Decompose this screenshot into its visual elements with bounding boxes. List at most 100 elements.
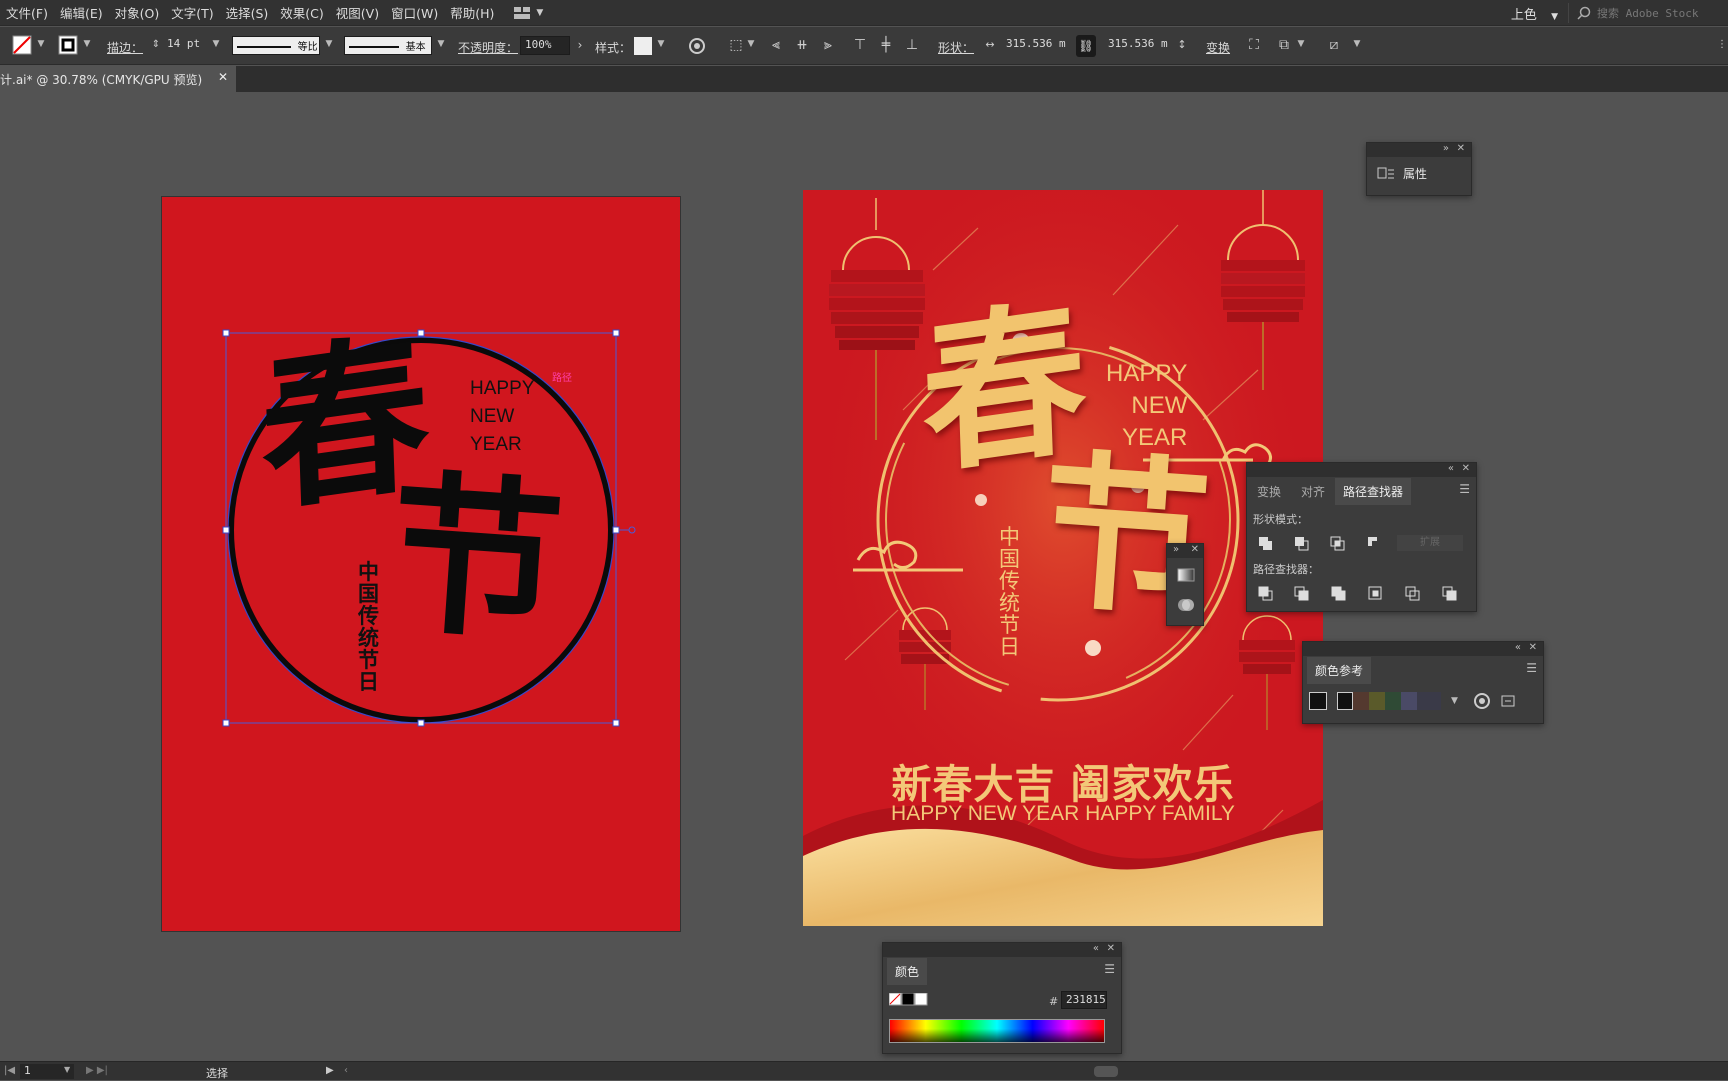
tab-pathfinder[interactable]: 路径查找器 — [1335, 478, 1412, 505]
close-icon[interactable]: ✕ — [1529, 642, 1537, 653]
minus-front-icon[interactable] — [1295, 537, 1309, 551]
fill-none-swatch[interactable] — [12, 35, 32, 55]
chevron-down-icon[interactable]: ▼ — [64, 1065, 70, 1074]
expand-icon[interactable]: » — [1443, 143, 1449, 154]
align-top-icon[interactable]: ⊤ — [852, 37, 868, 53]
close-icon[interactable]: ✕ — [1457, 143, 1465, 154]
stock-search-input[interactable]: 搜索 Adobe Stock — [1568, 3, 1720, 23]
menu-help[interactable]: 帮助(H) — [444, 3, 500, 22]
panel-menu-icon[interactable]: ☰ — [1459, 482, 1470, 496]
shape-options-icon[interactable]: ⧄ — [1326, 37, 1342, 53]
stepper-icon[interactable]: ⇕ — [148, 37, 164, 53]
first-artboard-icon[interactable]: |◀ — [4, 1065, 15, 1076]
base-color-swatch[interactable] — [1309, 692, 1327, 710]
menu-window[interactable]: 窗口(W) — [385, 3, 444, 22]
menu-object[interactable]: 对象(O) — [109, 3, 166, 22]
panel-menu-icon[interactable]: ☰ — [1526, 661, 1537, 675]
menu-file[interactable]: 文件(F) — [0, 3, 54, 22]
intersect-icon[interactable] — [1330, 536, 1345, 551]
artboard-right[interactable]: 春 节 HAPPY NEW YEAR 中国传统节日 新春大吉 阖家欢乐 HAPP… — [803, 190, 1323, 926]
save-swatch-group-icon[interactable] — [1499, 692, 1517, 710]
menu-edit[interactable]: 编辑(E) — [54, 3, 109, 22]
scroll-left-icon[interactable]: ‹ — [344, 1065, 348, 1076]
shape-label[interactable]: 形状： — [938, 39, 974, 56]
next-artboard-icon[interactable]: ▶ ▶| — [86, 1065, 108, 1076]
tab-align[interactable]: 对齐 — [1301, 483, 1325, 500]
menu-type[interactable]: 文字(T) — [165, 3, 219, 22]
expand-button[interactable]: 扩展 — [1397, 535, 1463, 551]
chevron-down-icon[interactable]: ▼ — [1296, 39, 1306, 49]
horizontal-scrollbar-thumb[interactable] — [1094, 1066, 1118, 1077]
menu-effect[interactable]: 效果(C) — [274, 3, 329, 22]
align-right-icon[interactable]: ⫸ — [820, 37, 836, 53]
divide-icon[interactable] — [1258, 586, 1273, 601]
chevron-down-icon[interactable]: ▼ — [82, 39, 92, 49]
exclude-icon[interactable] — [1368, 537, 1377, 546]
crop-icon[interactable] — [1368, 586, 1382, 600]
chevron-down-icon[interactable]: ▼ — [436, 39, 446, 49]
close-icon[interactable]: ✕ — [218, 70, 228, 84]
harmony-swatches[interactable] — [1337, 692, 1441, 710]
properties-entry[interactable]: 属性 — [1377, 165, 1427, 182]
align-vcenter-icon[interactable]: ╪ — [878, 37, 894, 53]
chevron-down-icon[interactable]: ▼ — [746, 39, 756, 49]
vertical-subtitle[interactable]: 中国传统节日 — [358, 561, 380, 693]
close-icon[interactable]: ✕ — [1462, 463, 1470, 474]
panel-menu-icon[interactable]: ☰ — [1104, 962, 1115, 976]
collapse-icon[interactable]: « — [1448, 463, 1454, 474]
width-field[interactable]: 315.536 mm — [1002, 36, 1066, 55]
tab-color-guide[interactable]: 颜色参考 — [1307, 657, 1372, 684]
happy-new-year-block[interactable]: HAPPY NEW YEAR — [470, 375, 534, 459]
opacity-field[interactable]: 100% — [520, 36, 570, 55]
transparency-icon[interactable] — [1177, 596, 1195, 614]
chevron-down-icon[interactable]: ▼ — [1352, 39, 1362, 49]
graphic-style-swatch[interactable] — [634, 37, 652, 55]
recolor-icon[interactable] — [688, 37, 706, 55]
menu-select[interactable]: 选择(S) — [220, 3, 275, 22]
chevron-down-icon[interactable]: ▼ — [36, 39, 46, 49]
workspace-switcher[interactable]: 上色 ▼ — [1511, 4, 1558, 23]
constrain-proportions-icon[interactable]: ⛓ — [1076, 35, 1096, 57]
stroke-label[interactable]: 描边： — [107, 39, 143, 56]
chevron-right-icon[interactable]: › — [572, 37, 588, 53]
jie-character[interactable]: 节 — [383, 451, 569, 666]
recolor-icon[interactable] — [1473, 692, 1491, 710]
menu-view[interactable]: 视图(V) — [330, 3, 385, 22]
chevron-down-icon[interactable]: ▼ — [211, 39, 221, 49]
unite-icon[interactable] — [1259, 537, 1272, 550]
chevron-down-icon[interactable]: ▼ — [324, 39, 334, 49]
rotate-handle[interactable] — [628, 526, 636, 534]
fill-stroke-swatches[interactable] — [889, 993, 929, 1007]
gradient-icon[interactable] — [1177, 568, 1195, 582]
align-hcenter-icon[interactable]: ⧺ — [794, 37, 810, 53]
status-menu-icon[interactable]: ▶ — [326, 1065, 334, 1076]
harmony-swatch[interactable] — [1385, 692, 1401, 710]
chevron-down-icon[interactable]: ▼ — [656, 39, 666, 49]
harmony-swatch[interactable] — [1353, 692, 1369, 710]
align-bottom-icon[interactable]: ⊥ — [904, 37, 920, 53]
harmony-swatch[interactable] — [1401, 692, 1417, 710]
opacity-label[interactable]: 不透明度： — [458, 39, 518, 56]
document-tab[interactable]: 计.ai* @ 30.78% (CMYK/GPU 预览) ✕ — [0, 66, 236, 92]
arrange-documents-button[interactable]: ▼ — [514, 6, 543, 19]
harmony-swatch[interactable] — [1417, 692, 1441, 710]
arrange-icon[interactable]: ⧉ — [1276, 37, 1292, 53]
height-field[interactable]: 315.536 mm — [1104, 36, 1168, 55]
align-left-icon[interactable]: ⫷ — [768, 37, 784, 53]
close-icon[interactable]: ✕ — [1107, 943, 1115, 954]
stroke-weight-field[interactable]: 14 pt — [163, 36, 211, 55]
stroke-profile-select[interactable]: 等比 — [232, 36, 320, 55]
chevron-down-icon[interactable]: ▼ — [1451, 696, 1458, 706]
hex-input[interactable]: 231815 — [1061, 991, 1107, 1009]
expand-icon[interactable]: » — [1173, 544, 1179, 555]
brush-select[interactable]: 基本 — [344, 36, 432, 55]
close-icon[interactable]: ✕ — [1191, 544, 1199, 555]
merge-icon[interactable] — [1331, 586, 1346, 601]
transform-button[interactable]: 变换 — [1206, 39, 1230, 56]
trim-icon[interactable] — [1294, 586, 1309, 601]
collapse-icon[interactable]: « — [1093, 943, 1099, 954]
harmony-swatch[interactable] — [1337, 692, 1353, 710]
color-spectrum[interactable] — [889, 1019, 1105, 1043]
minus-back-icon[interactable] — [1442, 586, 1457, 601]
artboard-left[interactable]: 春 节 HAPPY NEW YEAR 路径 中国传统节日 — [161, 196, 681, 932]
